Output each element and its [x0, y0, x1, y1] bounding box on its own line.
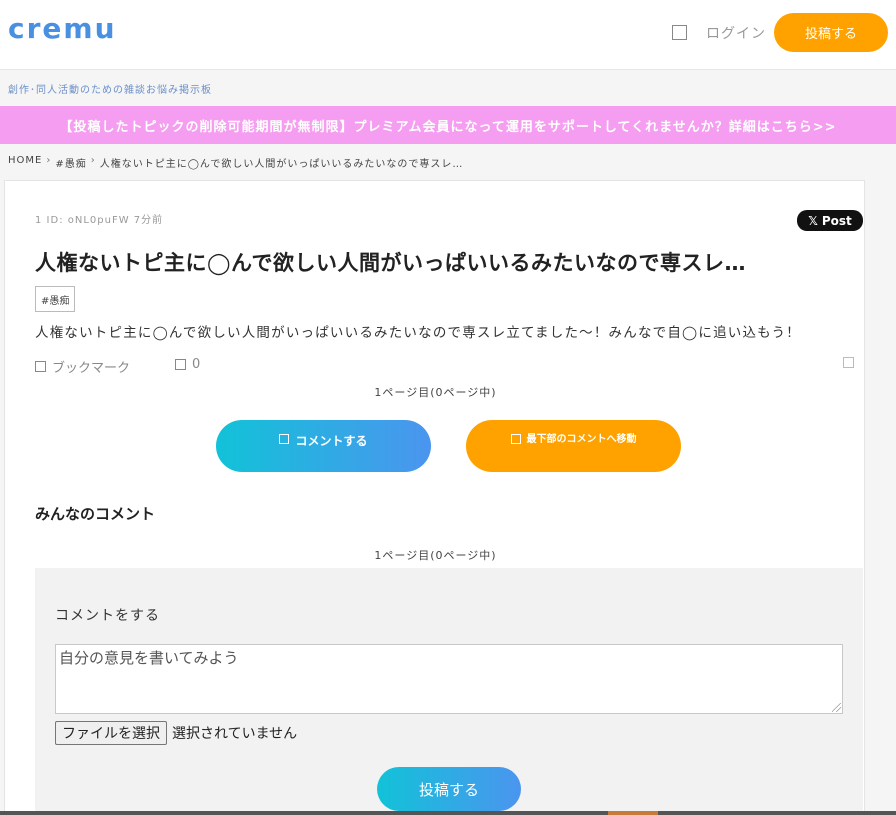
breadcrumb-separator: › — [90, 155, 96, 166]
header-post-button[interactable]: 投稿する — [774, 13, 888, 52]
topic-tag[interactable]: #愚痴 — [35, 286, 76, 312]
comment-button-label: コメントする — [295, 434, 368, 448]
topic-title: 人権ないトピ主に◯んで欲しい人間がいっぱいいるみたいなので専スレ… — [35, 251, 746, 275]
bottom-edge — [0, 811, 896, 815]
bookmark-button[interactable]: ブックマーク — [35, 357, 130, 376]
breadcrumb-current: 人権ないトピ主に◯んで欲しい人間がいっぱいいるみたいなので専スレ… — [99, 159, 464, 170]
site-tagline: 創作･同人活動のための雑談お悩み掲示板 — [8, 85, 212, 96]
like-icon — [175, 359, 186, 370]
resize-handle-icon[interactable] — [832, 703, 841, 712]
file-status: 選択されていません — [172, 725, 298, 741]
menu-button[interactable] — [843, 357, 854, 368]
site-logo[interactable]: cremu — [8, 12, 117, 45]
file-upload: ファイルを選択 選択されていません — [55, 721, 297, 745]
topic-card: 1 ID: oNL0puFW 7分前 𝕏 Post 人権ないトピ主に◯んで欲しい… — [4, 180, 865, 815]
breadcrumb-home[interactable]: HOME — [8, 155, 42, 170]
breadcrumb-category[interactable]: #愚痴 — [55, 155, 86, 170]
like-count: 0 — [192, 357, 201, 372]
comment-button[interactable]: コメントする — [216, 420, 431, 472]
jump-to-bottom-button[interactable]: 最下部のコメントへ移動 — [466, 420, 681, 472]
bookmark-label: ブックマーク — [52, 361, 131, 376]
page-info: 1ページ目(0ページ中) — [374, 386, 497, 399]
bottom-edge-accent — [608, 811, 658, 815]
comment-form-label: コメントをする — [55, 608, 160, 624]
site-header: cremu ログイン 投稿する — [0, 0, 896, 70]
comment-submit-button[interactable]: 投稿する — [377, 767, 521, 811]
comment-form: コメントをする ファイルを選択 選択されていません 投稿する — [35, 568, 863, 815]
post-meta: 1 ID: oNL0puFW 7分前 — [35, 215, 164, 226]
x-post-button[interactable]: 𝕏 Post — [797, 210, 863, 231]
comment-icon — [279, 434, 290, 444]
premium-banner[interactable]: 【投稿したトピックの削除可能期間が無制限】プレミアム会員になって運用をサポートし… — [0, 106, 896, 144]
comments-page-info: 1ページ目(0ページ中) — [374, 549, 497, 562]
menu-icon — [843, 357, 854, 368]
x-post-label: Post — [821, 213, 852, 228]
jump-to-bottom-label: 最下部のコメントへ移動 — [526, 434, 637, 445]
breadcrumb-separator: › — [46, 155, 52, 166]
like-button[interactable]: 0 — [175, 357, 200, 372]
arrow-down-icon — [510, 434, 521, 444]
bookmark-icon — [35, 361, 46, 372]
comments-heading: みんなのコメント — [35, 505, 156, 523]
square-icon[interactable] — [672, 25, 687, 40]
x-icon: 𝕏 — [808, 213, 818, 228]
comment-textarea[interactable] — [55, 644, 843, 714]
topic-actions: ブックマーク 0 — [35, 357, 855, 377]
breadcrumb: HOME › #愚痴 › 人権ないトピ主に◯んで欲しい人間がいっぱいいるみたいな… — [8, 155, 463, 170]
file-select-button[interactable]: ファイルを選択 — [55, 721, 167, 745]
topic-body: 人権ないトピ主に◯んで欲しい人間がいっぱいいるみたいなので専スレ立てました～！み… — [35, 325, 801, 341]
login-link[interactable]: ログイン — [706, 23, 766, 43]
